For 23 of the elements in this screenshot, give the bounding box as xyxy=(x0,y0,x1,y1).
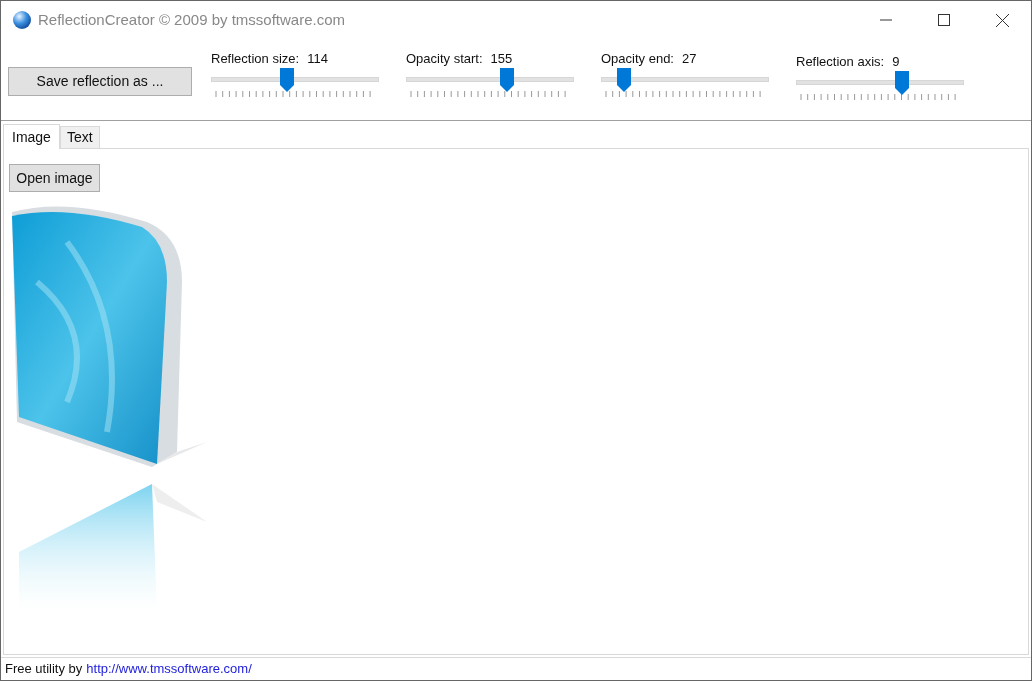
slider-thumb[interactable] xyxy=(894,71,909,95)
open-image-button[interactable]: Open image xyxy=(9,164,100,192)
slider-label: Opacity end: xyxy=(601,50,674,69)
close-icon xyxy=(995,13,1009,27)
slider-value: 9 xyxy=(892,53,900,72)
slider-thumb[interactable] xyxy=(616,68,631,92)
maximize-icon xyxy=(938,14,950,26)
slider-value: 114 xyxy=(307,50,328,69)
slider-label: Reflection size: xyxy=(211,50,300,69)
window-title: ReflectionCreator © 2009 by tmssoftware.com xyxy=(38,9,345,30)
slider-thumb[interactable] xyxy=(499,68,514,92)
slider-value: 155 xyxy=(490,50,513,69)
status-text: Free utility by xyxy=(5,660,83,679)
minimize-icon xyxy=(880,19,892,21)
tab[interactable]: Text xyxy=(59,126,100,148)
tab[interactable]: Image xyxy=(3,124,60,149)
slider-label: Opacity start: xyxy=(406,50,483,69)
slider-label: Reflection axis: xyxy=(796,53,885,72)
website-link[interactable]: http://www.tmssoftware.com/ xyxy=(86,659,252,679)
slider-value: 27 xyxy=(682,50,697,69)
globe-icon xyxy=(12,10,32,30)
save-reflection-button[interactable]: Save reflection as ... xyxy=(8,67,192,96)
slider-thumb[interactable] xyxy=(279,68,294,92)
